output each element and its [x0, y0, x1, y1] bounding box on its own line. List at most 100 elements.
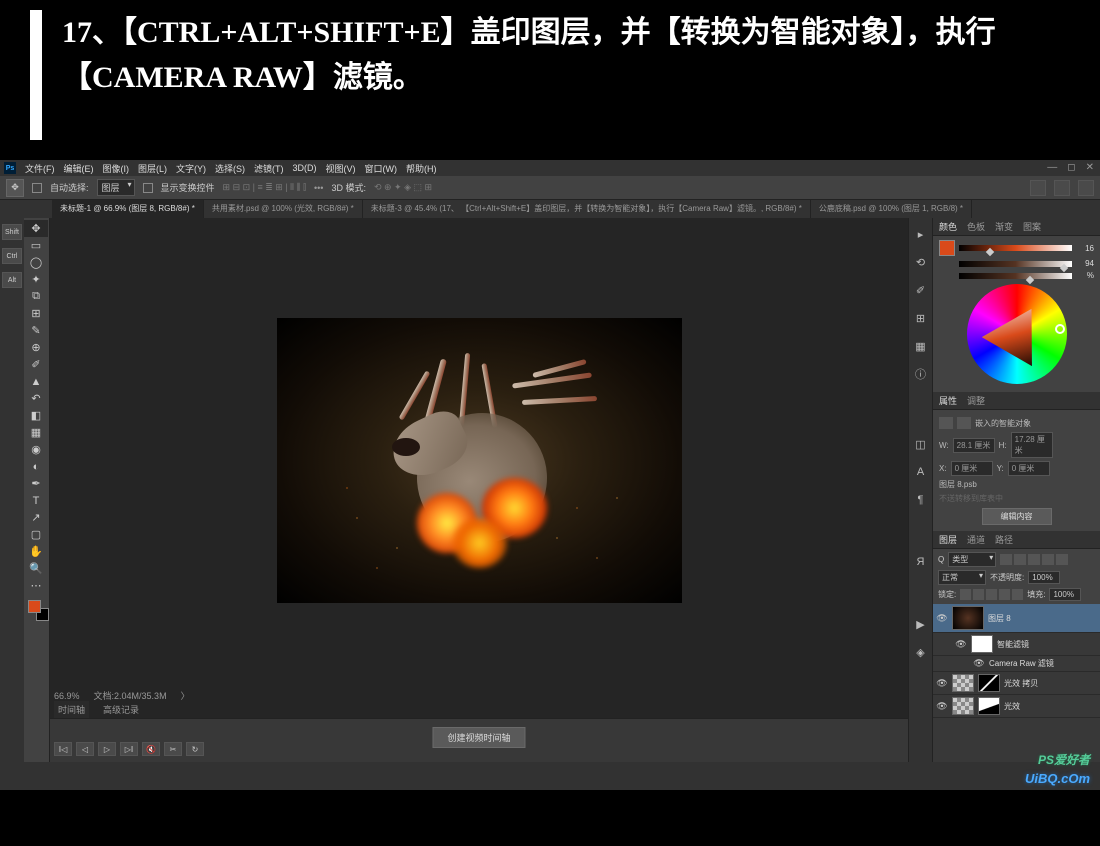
close-icon[interactable]: ✕ [1086, 162, 1094, 173]
type-tool[interactable]: T [24, 492, 48, 509]
y-input[interactable]: 0 厘米 [1008, 461, 1050, 476]
layer-row[interactable]: 👁 Camera Raw 滤镜 [933, 656, 1100, 672]
tl-play-icon[interactable]: ▷ [98, 742, 116, 756]
color-preview[interactable] [939, 240, 955, 256]
pen-tool[interactable]: ✒ [24, 475, 48, 492]
clone-source-icon[interactable]: ▦ [913, 338, 929, 354]
lasso-tool[interactable]: ◯ [24, 254, 48, 271]
glyphs-icon[interactable]: Я [913, 554, 929, 570]
brushes-icon[interactable]: ⊞ [913, 310, 929, 326]
shift-button[interactable]: Shift [2, 224, 22, 240]
menu-view[interactable]: 视图(V) [326, 162, 356, 175]
maximize-icon[interactable]: ◻ [1067, 162, 1075, 173]
layer-row[interactable]: 👁 光效 [933, 695, 1100, 718]
create-timeline-button[interactable]: 创建视频时间轴 [432, 727, 525, 748]
tl-cut-icon[interactable]: ✂ [164, 742, 182, 756]
lock-nest-icon[interactable] [999, 589, 1010, 600]
menu-edit[interactable]: 编辑(E) [64, 162, 94, 175]
color-triangle[interactable] [977, 294, 1056, 373]
show-transform-checkbox[interactable] [143, 183, 153, 193]
sat-slider[interactable] [959, 261, 1072, 267]
visibility-icon[interactable]: 👁 [936, 701, 948, 712]
filter-smart-icon[interactable] [1056, 554, 1068, 565]
layer-row[interactable]: 👁 智能滤镜 [933, 633, 1100, 656]
menu-file[interactable]: 文件(F) [25, 162, 55, 175]
visibility-icon[interactable]: 👁 [936, 613, 948, 624]
layer-name[interactable]: 图层 8 [988, 613, 1011, 624]
marquee-tool[interactable]: ▭ [24, 237, 48, 254]
dodge-tool[interactable]: ◐ [24, 458, 48, 475]
menu-select[interactable]: 选择(S) [215, 162, 245, 175]
visibility-icon[interactable]: 👁 [973, 658, 985, 669]
edit-toolbar[interactable]: ⋯ [24, 577, 48, 594]
x-input[interactable]: 0 厘米 [951, 461, 993, 476]
menu-filter[interactable]: 滤镜(T) [254, 162, 284, 175]
crop-tool[interactable]: ⧉ [24, 288, 48, 305]
tl-next-icon[interactable]: ▷Ⅰ [120, 742, 138, 756]
edit-contents-button[interactable]: 编辑内容 [982, 508, 1052, 525]
hue-slider[interactable] [959, 245, 1072, 251]
tl-mute-icon[interactable]: 🔇 [142, 742, 160, 756]
layer-name[interactable]: 光效 拷贝 [1004, 678, 1038, 689]
canvas-area[interactable]: 66.9% 文档:2.04M/35.3M 〉 时间轴 高级记录 Ⅰ◁ ◁ ▷ ▷… [50, 218, 908, 762]
ctrl-button[interactable]: Ctrl [2, 248, 22, 264]
lock-pos-icon[interactable] [986, 589, 997, 600]
tab-3[interactable]: 未标题-3 @ 45.4% (17、 【Ctrl+Alt+Shift+E】盖印图… [363, 200, 811, 218]
stamp-tool[interactable]: ▲ [24, 373, 48, 390]
filter-mask-thumbnail[interactable] [971, 635, 993, 653]
timeline-tab[interactable]: 时间轴 [54, 701, 89, 718]
visibility-icon[interactable]: 👁 [955, 639, 967, 650]
paths-tab[interactable]: 路径 [995, 533, 1013, 546]
swatches-tab[interactable]: 色板 [967, 220, 985, 233]
fill-input[interactable]: 100% [1049, 588, 1081, 601]
eyedropper-tool[interactable]: ✎ [24, 322, 48, 339]
w-input[interactable]: 28.1 厘米 [953, 438, 995, 453]
brush-settings-icon[interactable]: ✐ [913, 282, 929, 298]
smart-filter-name[interactable]: Camera Raw 滤镜 [989, 658, 1054, 669]
menu-3d[interactable]: 3D(D) [293, 163, 317, 173]
filter-kind-dropdown[interactable]: 类型 [948, 552, 996, 567]
wheel-handle[interactable] [1055, 324, 1065, 334]
menu-help[interactable]: 帮助(H) [406, 162, 437, 175]
layer-thumbnail[interactable] [952, 674, 974, 692]
filter-adj-icon[interactable] [1014, 554, 1026, 565]
color-wheel[interactable] [967, 284, 1067, 384]
alt-button[interactable]: Alt [2, 272, 22, 288]
info-icon[interactable]: ⓘ [913, 366, 929, 382]
lock-trans-icon[interactable] [960, 589, 971, 600]
layer-name[interactable]: 光效 [1004, 701, 1020, 712]
auto-select-dropdown[interactable]: 图层 [97, 179, 135, 196]
tl-prev-icon[interactable]: ◁ [76, 742, 94, 756]
menu-window[interactable]: 窗口(W) [365, 162, 398, 175]
wand-tool[interactable]: ✦ [24, 271, 48, 288]
h-input[interactable]: 17.28 厘米 [1011, 432, 1053, 458]
navigator-icon[interactable]: ◈ [913, 644, 929, 660]
properties-tab[interactable]: 属性 [939, 394, 957, 407]
zoom-tool[interactable]: 🔍 [24, 560, 48, 577]
menu-type[interactable]: 文字(Y) [176, 162, 206, 175]
history-brush-tool[interactable]: ↶ [24, 390, 48, 407]
lock-pixel-icon[interactable] [973, 589, 984, 600]
menu-image[interactable]: 图像(I) [103, 162, 130, 175]
color-swatch[interactable] [28, 600, 46, 618]
patterns-tab[interactable]: 图案 [1023, 220, 1041, 233]
workspace-icon[interactable] [1054, 180, 1070, 196]
filter-type-icon[interactable] [1028, 554, 1040, 565]
path-tool[interactable]: ↗ [24, 509, 48, 526]
menu-layer[interactable]: 图层(L) [138, 162, 167, 175]
character-icon[interactable]: A [913, 464, 929, 480]
minimize-icon[interactable]: — [1047, 162, 1057, 173]
lock-all-icon[interactable] [1012, 589, 1023, 600]
channels-tab[interactable]: 通道 [967, 533, 985, 546]
paragraph-icon[interactable]: ¶ [913, 492, 929, 508]
expand-icon[interactable]: ▸ [913, 226, 929, 242]
gradients-tab[interactable]: 渐变 [995, 220, 1013, 233]
heal-tool[interactable]: ⊕ [24, 339, 48, 356]
tab-1[interactable]: 未标题-1 @ 66.9% (图层 8, RGB/8#) * [52, 200, 204, 218]
frame-tool[interactable]: ⊞ [24, 305, 48, 322]
history-tab[interactable]: 高级记录 [99, 701, 143, 718]
color-tab[interactable]: 颜色 [939, 220, 957, 233]
history-icon[interactable]: ⟲ [913, 254, 929, 270]
move-tool-indicator[interactable]: ✥ [6, 179, 24, 197]
gradient-tool[interactable]: ▦ [24, 424, 48, 441]
